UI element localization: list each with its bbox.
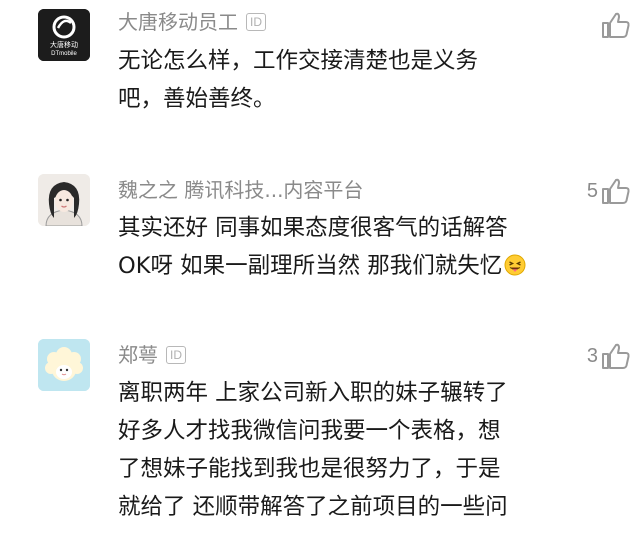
comment-line: OK呀 如果一副理所当然 那我们就失忆 <box>118 247 588 285</box>
comment-body: 无论怎么样，工作交接清楚也是义务 吧，善始善终。 <box>118 42 588 118</box>
comment-username[interactable]: 郑萼 ID <box>118 343 186 367</box>
datang-mobile-logo-icon: 大唐移动 DTmobile <box>38 9 90 61</box>
comment-line: 无论怎么样，工作交接清楚也是义务 <box>118 48 479 74</box>
user-portrait-icon <box>38 174 90 226</box>
avatar[interactable]: 大唐移动 DTmobile <box>38 9 90 61</box>
comment-line: 离职两年 上家公司新入职的妹子辗转了 <box>118 380 508 406</box>
comment-line: 吧，善始善终。 <box>118 86 276 112</box>
id-badge: ID <box>166 346 186 364</box>
comment-line: 了想妹子能找到我也是很努力了，于是 <box>118 456 501 482</box>
comment-item: 大唐移动 DTmobile 大唐移动员工 ID 无论怎么样，工作交接清楚也是义务 … <box>0 0 641 150</box>
comment-body: 其实还好 同事如果态度很客气的话解答 OK呀 如果一副理所当然 那我们就失忆 <box>118 209 588 285</box>
like-button[interactable]: 3 <box>587 341 631 371</box>
username-text: 郑萼 <box>118 343 158 367</box>
avatar-logo-text: 大唐移动 <box>50 40 78 49</box>
comment-body: 离职两年 上家公司新入职的妹子辗转了 好多人才找我微信问我要一个表格，想 了想妹… <box>118 374 588 526</box>
avatar-logo-subtext: DTmobile <box>51 51 77 57</box>
id-badge: ID <box>246 13 266 31</box>
like-count: 3 <box>586 344 598 367</box>
like-count: 5 <box>586 179 598 202</box>
thumbs-up-icon <box>601 342 631 370</box>
comment-line: 其实还好 同事如果态度很客气的话解答 <box>118 209 588 247</box>
comment-item: 魏之之 腾讯科技...内容平台 其实还好 同事如果态度很客气的话解答 OK呀 如… <box>0 170 641 320</box>
comment-line: 好多人才找我微信问我要一个表格，想 <box>118 418 501 444</box>
like-button[interactable]: 5 <box>587 176 631 206</box>
thumbs-up-icon <box>601 11 631 39</box>
comment-username[interactable]: 魏之之 腾讯科技...内容平台 <box>118 178 363 202</box>
cartoon-sheep-avatar-icon <box>38 339 90 391</box>
tongue-out-emoji-icon <box>504 250 526 276</box>
avatar[interactable] <box>38 174 90 226</box>
like-button[interactable] <box>598 10 631 40</box>
username-text: 魏之之 腾讯科技...内容平台 <box>118 178 364 202</box>
comment-username[interactable]: 大唐移动员工 ID <box>118 10 266 34</box>
thumbs-up-icon <box>601 177 631 205</box>
avatar[interactable] <box>38 339 90 391</box>
comment-line: 就给了 还顺带解答了之前项目的一些问 <box>118 494 508 520</box>
comment-item: 郑萼 ID 离职两年 上家公司新入职的妹子辗转了 好多人才找我微信问我要一个表格，… <box>0 335 641 536</box>
comment-line-text: 其实还好 同事如果态度很客气的话解答 <box>118 215 508 241</box>
username-text: 大唐移动员工 <box>118 10 238 34</box>
comment-line-text: OK呀 如果一副理所当然 那我们就失忆 <box>118 253 503 279</box>
